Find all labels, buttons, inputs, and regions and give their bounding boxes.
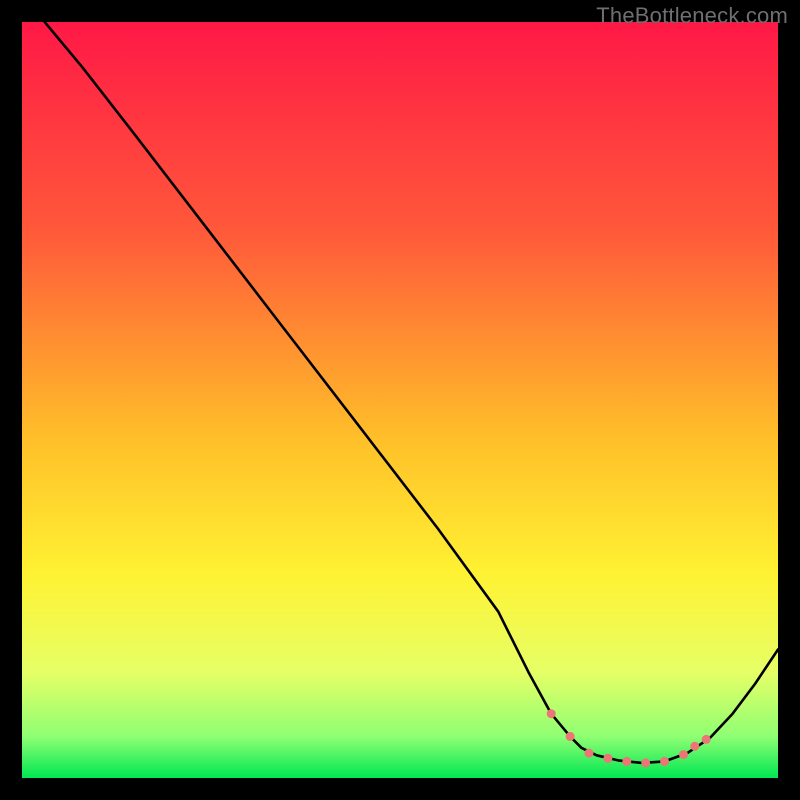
curve-marker xyxy=(547,709,556,718)
bottleneck-curve xyxy=(22,22,778,778)
plot-area xyxy=(22,22,778,778)
curve-marker xyxy=(702,735,711,744)
chart-frame: TheBottleneck.com xyxy=(0,0,800,800)
curve-marker xyxy=(585,749,594,758)
curve-marker xyxy=(690,742,699,751)
curve-marker xyxy=(679,750,688,759)
curve-marker xyxy=(622,757,631,766)
watermark-text: TheBottleneck.com xyxy=(596,3,788,29)
curve-marker xyxy=(641,758,650,767)
curve-marker xyxy=(566,732,575,741)
curve-marker xyxy=(660,757,669,766)
curve-marker xyxy=(603,754,612,763)
